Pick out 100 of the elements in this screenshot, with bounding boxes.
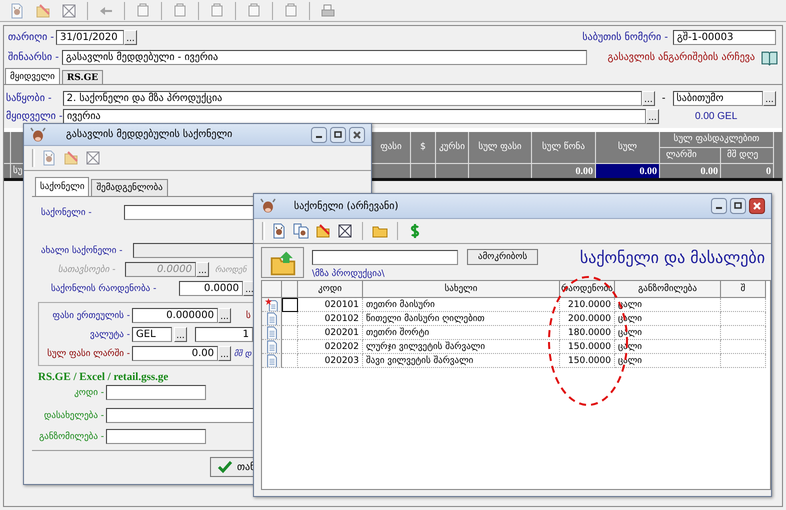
- browse-button[interactable]: ...: [218, 308, 231, 323]
- clipboard-icon[interactable]: [135, 2, 151, 18]
- printer-icon[interactable]: [320, 2, 336, 18]
- table-cell: ცალი: [615, 312, 721, 326]
- field-label: შინაარსი -: [8, 52, 60, 62]
- minimize-icon: [711, 198, 727, 214]
- path-text: \მზა პროდუქცია\: [312, 269, 386, 279]
- close-icon: [749, 198, 765, 214]
- minimize-button[interactable]: [311, 126, 327, 142]
- unit-price-field[interactable]: 0.000000: [132, 308, 218, 323]
- column-header[interactable]: ლარში: [660, 148, 721, 164]
- table-cell: [721, 326, 766, 340]
- book-icon[interactable]: [761, 48, 778, 66]
- balance-text: 0.00 GEL: [695, 110, 738, 122]
- browse-button[interactable]: ...: [124, 30, 137, 44]
- table-cell: 210.0000: [560, 298, 615, 312]
- clipboard-icon[interactable]: [209, 2, 225, 18]
- column-header[interactable]: სულ ფასი: [469, 132, 532, 164]
- tab[interactable]: მყიდველი: [5, 68, 60, 84]
- browse-button[interactable]: ...: [218, 346, 231, 361]
- search-button[interactable]: ამოკრიბოს: [467, 249, 538, 265]
- table-cell: 180.0000: [560, 326, 615, 340]
- browse-button[interactable]: ...: [763, 90, 776, 106]
- search-field[interactable]: [312, 250, 458, 264]
- heading: საქონელი და მასალები: [580, 248, 765, 269]
- table-cell: 150.0000: [560, 354, 615, 368]
- quantity-field[interactable]: 0.0000: [179, 281, 243, 296]
- document-icon: [264, 312, 278, 325]
- column-header[interactable]: $: [411, 132, 436, 164]
- clipboard-icon[interactable]: [283, 2, 299, 18]
- minimize-button[interactable]: [711, 198, 727, 214]
- unit-field[interactable]: [106, 429, 206, 444]
- new-document-icon[interactable]: [41, 150, 57, 166]
- maximize-icon: [730, 198, 746, 214]
- close-icon: [349, 126, 365, 142]
- currency-field[interactable]: GEL: [132, 327, 172, 342]
- accounts-link[interactable]: გასავლის ანგარიშების არჩევა: [608, 52, 755, 62]
- browse-button[interactable]: ...: [642, 90, 655, 106]
- rate-field[interactable]: 1: [195, 327, 253, 342]
- document-icon: [264, 326, 278, 339]
- warehouse-field[interactable]: 2. საქონელი და მზა პროდუქცია: [62, 90, 642, 106]
- row-header[interactable]: [262, 354, 282, 368]
- row-header[interactable]: [262, 312, 282, 326]
- maximize-button[interactable]: [330, 126, 346, 142]
- close-button[interactable]: [349, 126, 365, 142]
- close-button[interactable]: [749, 198, 765, 214]
- price-type-field[interactable]: საბითუმო: [672, 90, 763, 106]
- column-header[interactable]: კოდი: [298, 281, 363, 298]
- column-header[interactable]: სულ ფასდაკლებით: [660, 132, 774, 148]
- clipboard-icon[interactable]: [246, 2, 262, 18]
- column-header[interactable]: შ: [721, 281, 766, 298]
- table-cell: 0.00: [596, 164, 660, 178]
- table-cell: ცალი: [615, 326, 721, 340]
- document-number-field[interactable]: გშ-1-00003: [673, 30, 776, 44]
- row-header[interactable]: [262, 326, 282, 340]
- table-cell: 020102: [298, 312, 363, 326]
- table-cell: 0.00: [660, 164, 721, 178]
- column-header[interactable]: განზომილება: [615, 281, 721, 298]
- table-cell: ცალი: [615, 340, 721, 354]
- browse-button[interactable]: ...: [196, 262, 209, 277]
- field-label: საწყობი -: [6, 92, 53, 104]
- field-label: თარიღი -: [8, 32, 56, 42]
- crossed-box-icon[interactable]: [337, 223, 353, 239]
- browse-button[interactable]: ...: [646, 108, 659, 124]
- field-label: საქონელი -: [41, 208, 93, 218]
- tab[interactable]: საქონელი: [35, 177, 90, 196]
- table-cell: 200.0000: [560, 312, 615, 326]
- field-label: სულ ფასი ლარში -: [46, 348, 131, 358]
- browse-button[interactable]: ...: [174, 327, 187, 342]
- total-field[interactable]: 0.00: [132, 346, 218, 361]
- new-document-icon[interactable]: [9, 2, 25, 18]
- row-selector[interactable]: [282, 298, 298, 312]
- buyer-field[interactable]: ივერია: [63, 108, 646, 124]
- new-document-icon[interactable]: [271, 223, 287, 239]
- table-cell: [721, 312, 766, 326]
- column-header[interactable]: კურსი: [436, 132, 469, 164]
- column-header[interactable]: სულ წონა: [532, 132, 596, 164]
- maximize-button[interactable]: [730, 198, 746, 214]
- content-field[interactable]: გასავლის მედდებული - ივერია: [62, 50, 587, 64]
- row-header[interactable]: [262, 340, 282, 354]
- row-header[interactable]: [262, 298, 282, 312]
- folder-up-button[interactable]: [261, 247, 304, 278]
- date-field[interactable]: 31/01/2020: [56, 30, 124, 44]
- field-label: მყიდველი -: [6, 110, 63, 122]
- field-label: საქონლის რაოდენობა -: [50, 284, 158, 294]
- tab[interactable]: შემადგენლობა: [91, 179, 168, 196]
- field-label: განზომილება -: [38, 432, 105, 442]
- column-header[interactable]: სახელი: [363, 281, 560, 298]
- field-label: დასახელება -: [43, 410, 105, 420]
- code-field[interactable]: [106, 385, 206, 400]
- field-label: კოდი -: [73, 388, 105, 398]
- clipboard-icon[interactable]: [172, 2, 188, 18]
- column-header[interactable]: მშ დღე: [721, 148, 774, 164]
- new-document-icon: [264, 298, 278, 311]
- table-cell: წითელი მაისური ღილებით: [363, 312, 560, 326]
- table-cell: 020202: [298, 340, 363, 354]
- table-cell: 020201: [298, 326, 363, 340]
- table-cell: ცალი: [615, 354, 721, 368]
- copy-document-icon[interactable]: [293, 223, 309, 239]
- tab[interactable]: RS.GE: [62, 70, 104, 84]
